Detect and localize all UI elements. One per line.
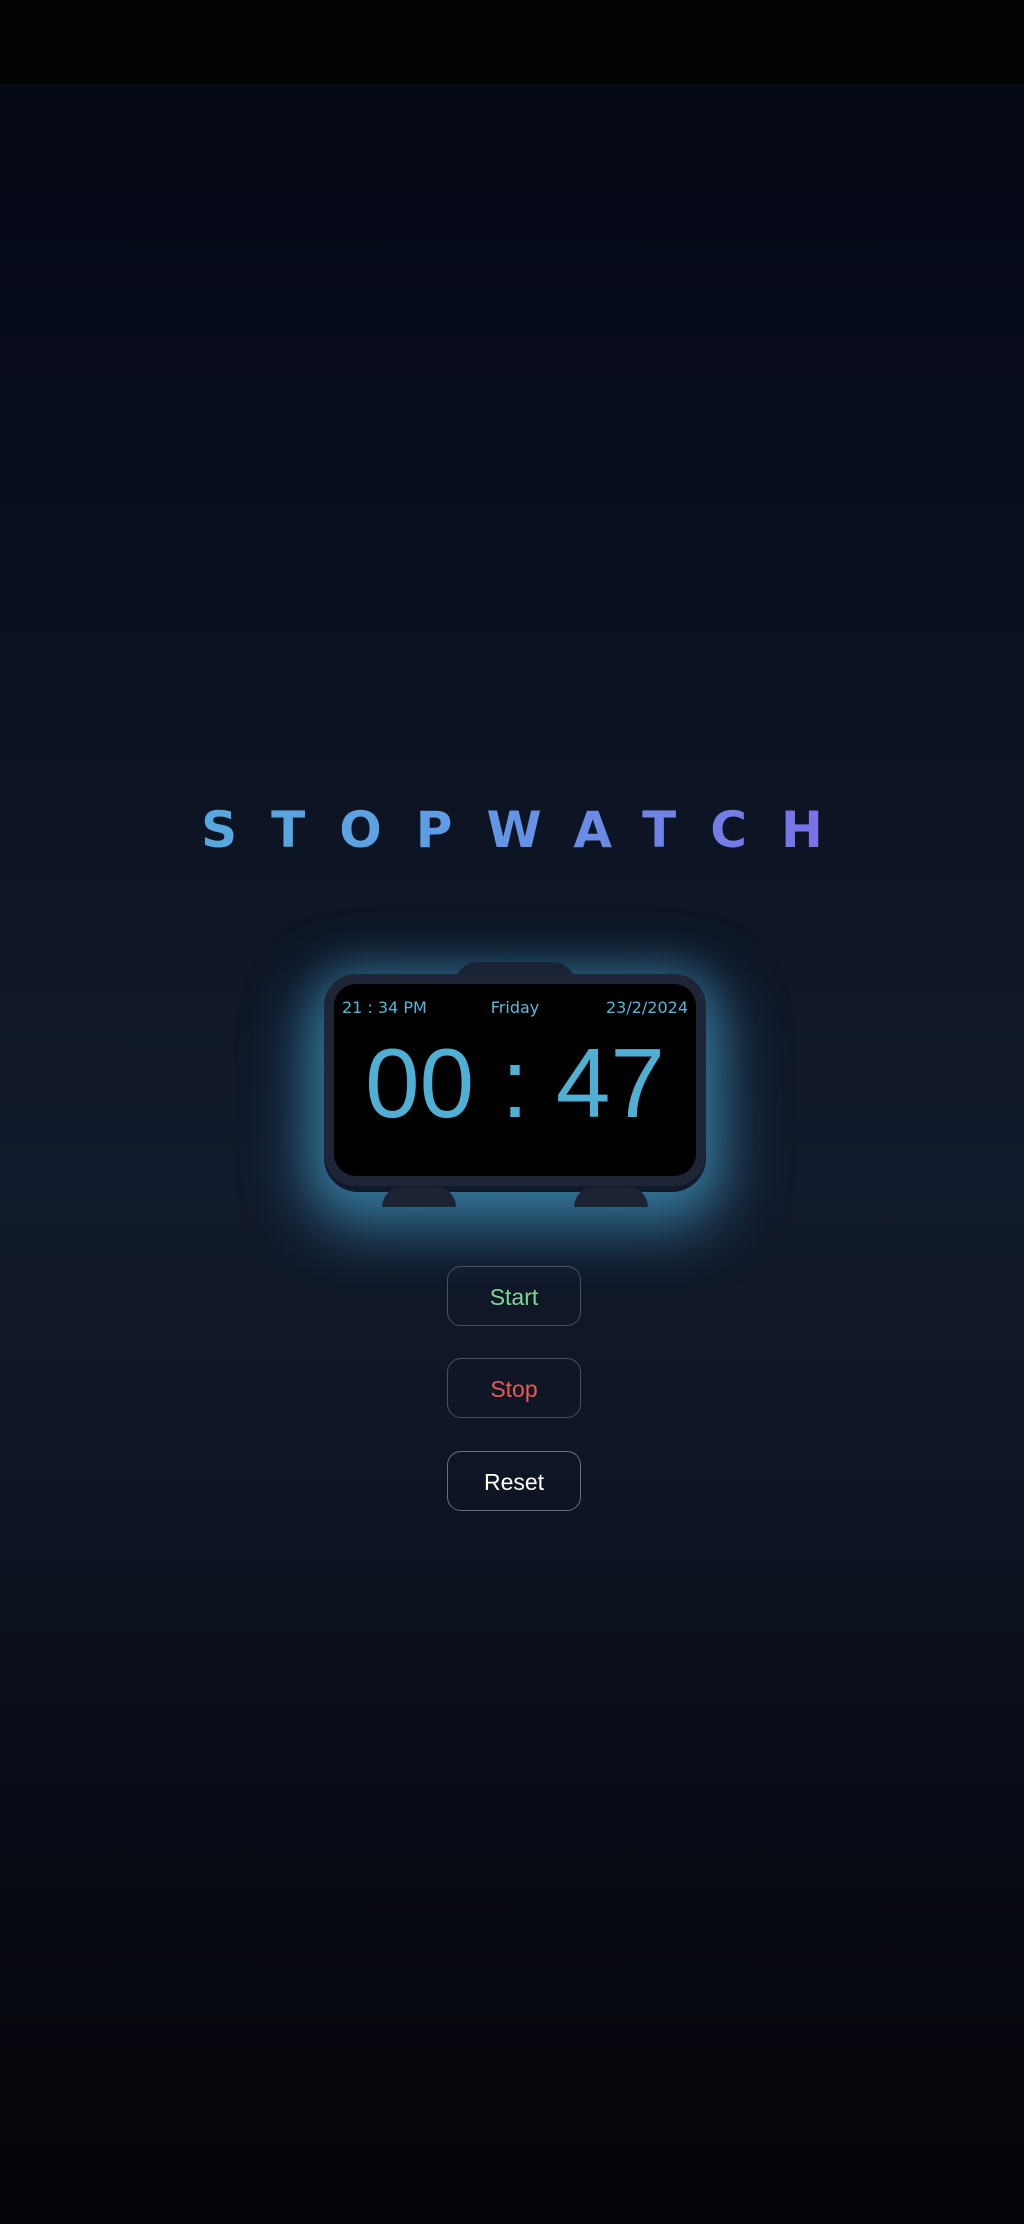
watch-foot-right xyxy=(574,1187,648,1207)
reset-button[interactable]: Reset xyxy=(447,1451,581,1511)
elapsed-timer: 00 : 47 xyxy=(365,1028,665,1138)
status-bar xyxy=(0,0,1024,84)
stopwatch-device: Friday 21 : 34 PM 23/2/2024 00 : 47 xyxy=(324,962,706,1207)
watch-foot-left xyxy=(382,1187,456,1207)
date-label: 23/2/2024 xyxy=(605,998,688,1017)
app-title: STOPWATCH xyxy=(0,800,1024,860)
start-button[interactable]: Start xyxy=(447,1266,581,1326)
stop-button[interactable]: Stop xyxy=(447,1358,581,1418)
clock-time-label: 21 : 34 PM xyxy=(342,998,427,1017)
watch-screen: Friday 21 : 34 PM 23/2/2024 00 : 47 xyxy=(334,984,696,1176)
